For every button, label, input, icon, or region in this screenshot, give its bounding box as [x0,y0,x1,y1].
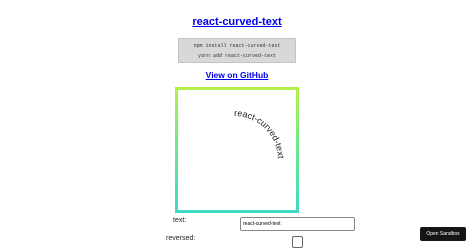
curved-text-svg: react-curved-text [234,108,286,159]
open-sandbox-button[interactable]: Open Sandbox [420,227,466,241]
curved-text: react-curved-text [234,108,286,159]
preview-canvas: react-curved-text [178,90,296,210]
reversed-checkbox[interactable] [292,236,303,248]
yarn-install-command: yarn add react-curved-text [197,53,276,59]
curved-text-preview: react-curved-text [175,87,299,213]
install-code-block: npm install react-curved-text yarn add r… [178,38,296,63]
page-title-link[interactable]: react-curved-text [0,16,474,28]
reversed-field-label: reversed: [166,235,196,242]
text-field-label: text: [173,217,187,224]
npm-install-command: npm install react-curved-text [193,43,281,49]
github-link[interactable]: View on GitHub [0,70,474,80]
text-input[interactable] [240,217,355,231]
